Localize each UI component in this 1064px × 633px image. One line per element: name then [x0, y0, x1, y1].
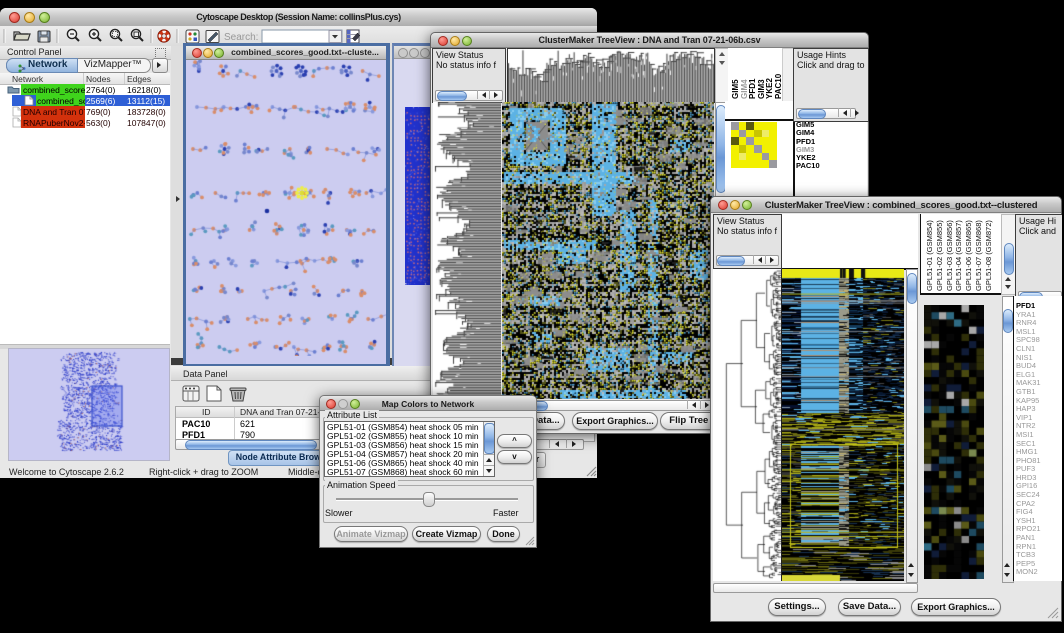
svg-text:Search:: Search:: [224, 32, 258, 43]
